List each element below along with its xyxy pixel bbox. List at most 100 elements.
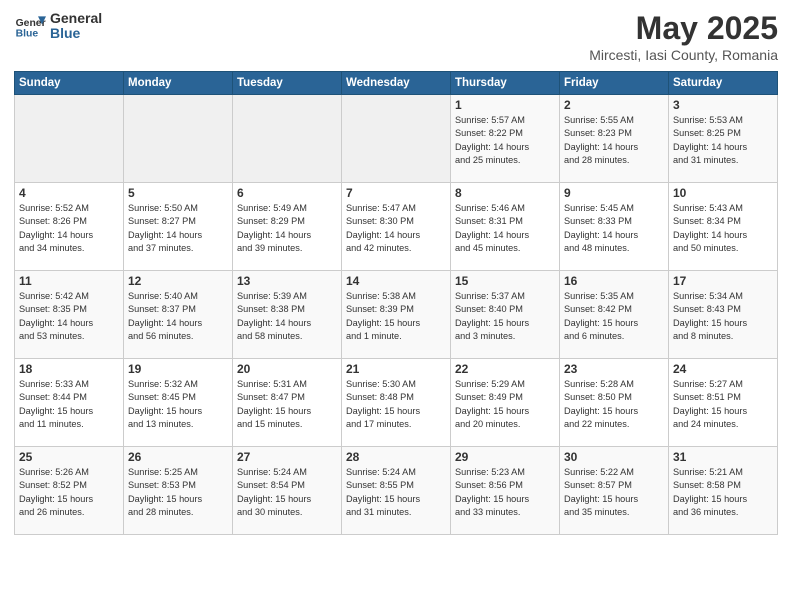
- day-info: Sunrise: 5:43 AM Sunset: 8:34 PM Dayligh…: [673, 202, 773, 255]
- svg-text:Blue: Blue: [16, 28, 39, 39]
- day-cell: 2 Sunrise: 5:55 AM Sunset: 8:23 PM Daylig…: [560, 95, 669, 183]
- header-cell-monday: Monday: [124, 72, 233, 95]
- day-cell: 22 Sunrise: 5:29 AM Sunset: 8:49 PM Dayli…: [451, 359, 560, 447]
- day-number: 11: [19, 274, 119, 288]
- day-number: 28: [346, 450, 446, 464]
- day-number: 31: [673, 450, 773, 464]
- week-row-3: 11Sunrise: 5:42 AM Sunset: 8:35 PM Dayli…: [15, 271, 778, 359]
- logo-text: General Blue: [50, 11, 102, 42]
- day-cell: 23Sunrise: 5:28 AM Sunset: 8:50 PM Dayli…: [560, 359, 669, 447]
- logo-icon: General Blue: [14, 10, 46, 42]
- day-cell: 30 Sunrise: 5:22 AM Sunset: 8:57 PM Dayli…: [560, 447, 669, 535]
- week-row-4: 18Sunrise: 5:33 AM Sunset: 8:44 PM Dayli…: [15, 359, 778, 447]
- day-cell: 28 Sunrise: 5:24 AM Sunset: 8:55 PM Dayli…: [342, 447, 451, 535]
- day-info: Sunrise: 5:45 AM Sunset: 8:33 PM Dayligh…: [564, 202, 664, 255]
- day-number: 26: [128, 450, 228, 464]
- day-cell: 7 Sunrise: 5:47 AM Sunset: 8:30 PM Daylig…: [342, 183, 451, 271]
- calendar-table: SundayMondayTuesdayWednesdayThursdayFrid…: [14, 71, 778, 535]
- day-info: Sunrise: 5:24 AM Sunset: 8:54 PM Dayligh…: [237, 466, 337, 519]
- calendar-header: SundayMondayTuesdayWednesdayThursdayFrid…: [15, 72, 778, 95]
- day-info: Sunrise: 5:25 AM Sunset: 8:53 PM Dayligh…: [128, 466, 228, 519]
- day-number: 12: [128, 274, 228, 288]
- day-cell: 25 Sunrise: 5:26 AM Sunset: 8:52 PM Dayli…: [15, 447, 124, 535]
- day-info: Sunrise: 5:52 AM Sunset: 8:26 PM Dayligh…: [19, 202, 119, 255]
- header-cell-thursday: Thursday: [451, 72, 560, 95]
- day-number: 7: [346, 186, 446, 200]
- day-cell: 14 Sunrise: 5:38 AM Sunset: 8:39 PM Dayli…: [342, 271, 451, 359]
- day-info: Sunrise: 5:31 AM Sunset: 8:47 PM Dayligh…: [237, 378, 337, 431]
- day-number: 15: [455, 274, 555, 288]
- day-info: Sunrise: 5:22 AM Sunset: 8:57 PM Dayligh…: [564, 466, 664, 519]
- header-cell-tuesday: Tuesday: [233, 72, 342, 95]
- day-info: Sunrise: 5:38 AM Sunset: 8:39 PM Dayligh…: [346, 290, 446, 343]
- day-number: 19: [128, 362, 228, 376]
- day-number: 22: [455, 362, 555, 376]
- day-cell: 4Sunrise: 5:52 AM Sunset: 8:26 PM Daylig…: [15, 183, 124, 271]
- header: General Blue General Blue May 2025 Mirce…: [14, 10, 778, 63]
- week-row-2: 4Sunrise: 5:52 AM Sunset: 8:26 PM Daylig…: [15, 183, 778, 271]
- day-info: Sunrise: 5:23 AM Sunset: 8:56 PM Dayligh…: [455, 466, 555, 519]
- day-info: Sunrise: 5:32 AM Sunset: 8:45 PM Dayligh…: [128, 378, 228, 431]
- day-number: 6: [237, 186, 337, 200]
- day-info: Sunrise: 5:27 AM Sunset: 8:51 PM Dayligh…: [673, 378, 773, 431]
- day-number: 18: [19, 362, 119, 376]
- day-number: 5: [128, 186, 228, 200]
- header-cell-friday: Friday: [560, 72, 669, 95]
- day-cell: [233, 95, 342, 183]
- day-cell: 26 Sunrise: 5:25 AM Sunset: 8:53 PM Dayli…: [124, 447, 233, 535]
- day-number: 30: [564, 450, 664, 464]
- day-cell: 20 Sunrise: 5:31 AM Sunset: 8:47 PM Dayli…: [233, 359, 342, 447]
- day-cell: 1Sunrise: 5:57 AM Sunset: 8:22 PM Daylig…: [451, 95, 560, 183]
- day-info: Sunrise: 5:55 AM Sunset: 8:23 PM Dayligh…: [564, 114, 664, 167]
- day-number: 14: [346, 274, 446, 288]
- logo-general: General: [50, 11, 102, 26]
- day-cell: 24 Sunrise: 5:27 AM Sunset: 8:51 PM Dayli…: [669, 359, 778, 447]
- day-info: Sunrise: 5:50 AM Sunset: 8:27 PM Dayligh…: [128, 202, 228, 255]
- day-number: 8: [455, 186, 555, 200]
- day-number: 21: [346, 362, 446, 376]
- day-number: 20: [237, 362, 337, 376]
- day-cell: 8 Sunrise: 5:46 AM Sunset: 8:31 PM Daylig…: [451, 183, 560, 271]
- week-row-5: 25 Sunrise: 5:26 AM Sunset: 8:52 PM Dayli…: [15, 447, 778, 535]
- week-row-1: 1Sunrise: 5:57 AM Sunset: 8:22 PM Daylig…: [15, 95, 778, 183]
- day-cell: [342, 95, 451, 183]
- day-number: 29: [455, 450, 555, 464]
- day-cell: 10Sunrise: 5:43 AM Sunset: 8:34 PM Dayli…: [669, 183, 778, 271]
- day-info: Sunrise: 5:29 AM Sunset: 8:49 PM Dayligh…: [455, 378, 555, 431]
- day-cell: 3Sunrise: 5:53 AM Sunset: 8:25 PM Daylig…: [669, 95, 778, 183]
- calendar-subtitle: Mircesti, Iasi County, Romania: [589, 47, 778, 63]
- day-cell: 6Sunrise: 5:49 AM Sunset: 8:29 PM Daylig…: [233, 183, 342, 271]
- day-info: Sunrise: 5:47 AM Sunset: 8:30 PM Dayligh…: [346, 202, 446, 255]
- day-number: 2: [564, 98, 664, 112]
- day-number: 9: [564, 186, 664, 200]
- header-cell-sunday: Sunday: [15, 72, 124, 95]
- day-cell: 18Sunrise: 5:33 AM Sunset: 8:44 PM Dayli…: [15, 359, 124, 447]
- day-info: Sunrise: 5:53 AM Sunset: 8:25 PM Dayligh…: [673, 114, 773, 167]
- day-info: Sunrise: 5:46 AM Sunset: 8:31 PM Dayligh…: [455, 202, 555, 255]
- day-info: Sunrise: 5:40 AM Sunset: 8:37 PM Dayligh…: [128, 290, 228, 343]
- day-cell: 11Sunrise: 5:42 AM Sunset: 8:35 PM Dayli…: [15, 271, 124, 359]
- day-info: Sunrise: 5:39 AM Sunset: 8:38 PM Dayligh…: [237, 290, 337, 343]
- day-info: Sunrise: 5:37 AM Sunset: 8:40 PM Dayligh…: [455, 290, 555, 343]
- day-info: Sunrise: 5:28 AM Sunset: 8:50 PM Dayligh…: [564, 378, 664, 431]
- day-cell: 13Sunrise: 5:39 AM Sunset: 8:38 PM Dayli…: [233, 271, 342, 359]
- day-info: Sunrise: 5:34 AM Sunset: 8:43 PM Dayligh…: [673, 290, 773, 343]
- day-cell: [15, 95, 124, 183]
- day-cell: 9 Sunrise: 5:45 AM Sunset: 8:33 PM Daylig…: [560, 183, 669, 271]
- day-cell: 29 Sunrise: 5:23 AM Sunset: 8:56 PM Dayli…: [451, 447, 560, 535]
- calendar-page: General Blue General Blue May 2025 Mirce…: [0, 0, 792, 612]
- day-info: Sunrise: 5:24 AM Sunset: 8:55 PM Dayligh…: [346, 466, 446, 519]
- day-info: Sunrise: 5:26 AM Sunset: 8:52 PM Dayligh…: [19, 466, 119, 519]
- day-cell: 27Sunrise: 5:24 AM Sunset: 8:54 PM Dayli…: [233, 447, 342, 535]
- day-cell: 31Sunrise: 5:21 AM Sunset: 8:58 PM Dayli…: [669, 447, 778, 535]
- day-number: 25: [19, 450, 119, 464]
- day-cell: 5 Sunrise: 5:50 AM Sunset: 8:27 PM Daylig…: [124, 183, 233, 271]
- day-number: 16: [564, 274, 664, 288]
- day-number: 24: [673, 362, 773, 376]
- header-row: SundayMondayTuesdayWednesdayThursdayFrid…: [15, 72, 778, 95]
- calendar-body: 1Sunrise: 5:57 AM Sunset: 8:22 PM Daylig…: [15, 95, 778, 535]
- header-cell-wednesday: Wednesday: [342, 72, 451, 95]
- day-number: 17: [673, 274, 773, 288]
- logo-blue: Blue: [50, 26, 102, 41]
- day-number: 1: [455, 98, 555, 112]
